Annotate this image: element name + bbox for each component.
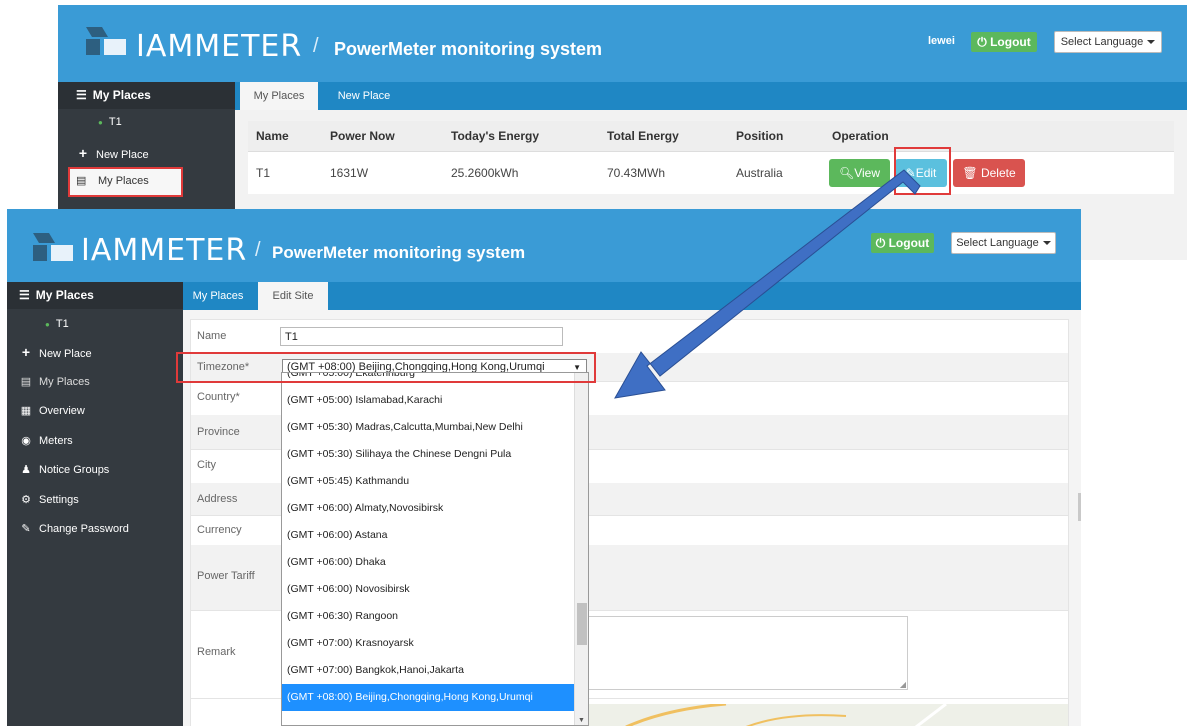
annotation-arrow xyxy=(614,169,921,399)
